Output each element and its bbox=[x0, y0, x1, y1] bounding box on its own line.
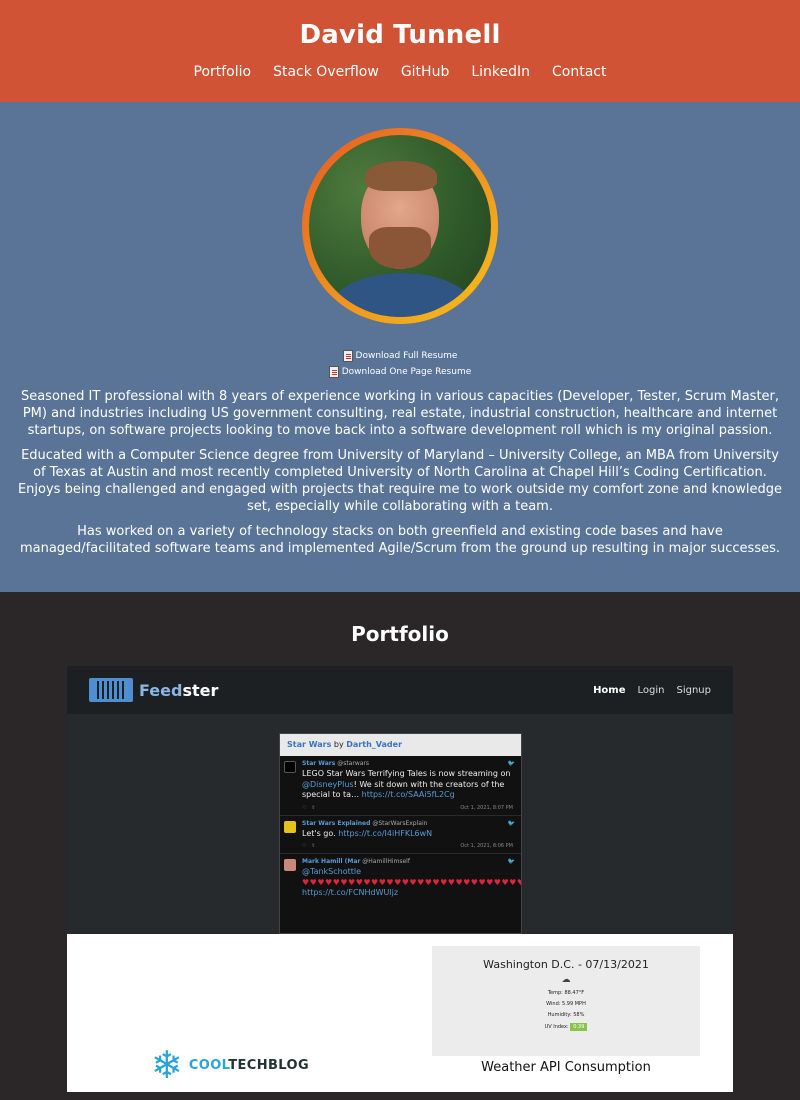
nav-linkedin[interactable]: LinkedIn bbox=[471, 64, 530, 80]
weather-wind: Wind: 5.99 MPH bbox=[546, 1001, 586, 1007]
nav-contact[interactable]: Contact bbox=[552, 64, 606, 80]
projects-screenshot[interactable]: Washington D.C. - 07/13/2021 ☁ Temp: 88.… bbox=[67, 934, 733, 1092]
weather-card: Washington D.C. - 07/13/2021 ☁ Temp: 88.… bbox=[432, 946, 700, 1056]
like-icon: ♡ ⇪ bbox=[302, 804, 316, 811]
weather-humidity: Humidity: 58% bbox=[547, 1012, 585, 1018]
document-icon bbox=[328, 366, 339, 378]
site-title: David Tunnell bbox=[299, 20, 501, 50]
feedster-screenshot[interactable]: Feedster Home Login Signup Star Wars by … bbox=[67, 666, 733, 934]
portfolio-title: Portfolio bbox=[351, 622, 449, 646]
resume-downloads: Download Full Resume Download One Page R… bbox=[0, 350, 800, 378]
portfolio-section: Portfolio Feedster Home Login Signup Sta… bbox=[0, 592, 800, 1092]
weather-temp: Temp: 88.47°F bbox=[547, 990, 585, 996]
tweet: 🐦 Star Wars Explained @StarWarsExplain L… bbox=[280, 816, 521, 854]
download-full-resume-link[interactable]: Download Full Resume bbox=[342, 350, 457, 362]
main-nav: Portfolio Stack Overflow GitHub LinkedIn… bbox=[0, 64, 800, 80]
nav-stack-overflow[interactable]: Stack Overflow bbox=[273, 64, 379, 80]
feedster-logo: Feedster bbox=[89, 678, 218, 702]
twitter-bird-icon: 🐦 bbox=[507, 760, 515, 767]
weather-title: Washington D.C. - 07/13/2021 bbox=[483, 958, 649, 971]
feedster-navbar: Feedster Home Login Signup bbox=[67, 666, 733, 714]
snowflake-icon: ❄ bbox=[151, 1043, 183, 1087]
nav-github[interactable]: GitHub bbox=[401, 64, 450, 80]
twitter-bird-icon: 🐦 bbox=[507, 819, 515, 827]
site-header: David Tunnell Portfolio Stack Overflow G… bbox=[0, 0, 800, 102]
avatar bbox=[284, 761, 296, 773]
feedster-nav-login: Login bbox=[637, 684, 665, 696]
weather-caption: Weather API Consumption bbox=[481, 1060, 651, 1075]
heart-icons: ♥♥♥♥♥♥♥♥♥♥♥♥♥♥♥♥♥♥♥♥♥♥♥♥♥♥♥♥♥♥♥♥♥♥♥♥♥ bbox=[302, 877, 521, 887]
profile-photo-frame bbox=[302, 128, 498, 324]
feedster-nav-home: Home bbox=[593, 684, 626, 696]
bio: Seasoned IT professional with 8 years of… bbox=[15, 388, 785, 557]
server-icon bbox=[89, 678, 133, 702]
tweet: 🐦 Mark Hamill (Mar @HamillHimself @TankS… bbox=[280, 854, 521, 903]
bio-paragraph: Has worked on a variety of technology st… bbox=[19, 524, 781, 556]
avatar bbox=[284, 859, 296, 871]
profile-photo bbox=[309, 135, 491, 317]
feed-card-header: Star Wars by Darth_Vader bbox=[280, 734, 521, 756]
document-icon bbox=[342, 350, 353, 362]
feedster-nav-signup: Signup bbox=[676, 684, 712, 696]
avatar bbox=[284, 820, 296, 833]
about-section: Download Full Resume Download One Page R… bbox=[0, 102, 800, 592]
bio-paragraph: Educated with a Computer Science degree … bbox=[17, 448, 783, 514]
feedster-nav-links: Home Login Signup bbox=[593, 685, 711, 696]
cloud-icon: ☁ bbox=[561, 975, 571, 985]
bio-paragraph: Seasoned IT professional with 8 years of… bbox=[20, 389, 780, 438]
nav-portfolio[interactable]: Portfolio bbox=[194, 64, 252, 80]
twitter-feed-card: Star Wars by Darth_Vader 🐦 Star Wars @st… bbox=[279, 733, 522, 934]
like-icon: ♡ ⇪ bbox=[302, 843, 316, 849]
download-one-page-resume-link[interactable]: Download One Page Resume bbox=[328, 366, 471, 378]
twitter-bird-icon: 🐦 bbox=[507, 858, 515, 865]
weather-uv: UV Index: 0.39 bbox=[432, 1023, 700, 1031]
cooltechblog-logo: ❄ COOLTECHBLOG bbox=[151, 1043, 310, 1087]
tweet: 🐦 Star Wars @starwars LEGO Star Wars Ter… bbox=[280, 756, 521, 816]
